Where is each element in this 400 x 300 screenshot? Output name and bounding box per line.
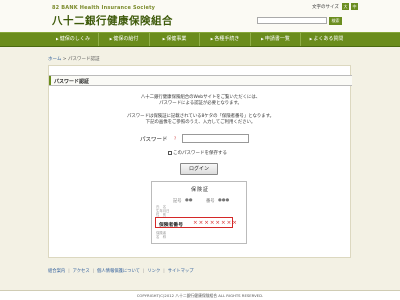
help-icon[interactable]: ? xyxy=(174,136,176,141)
nav-item-system[interactable]: ▶健保のしくみ xyxy=(48,33,99,46)
chevron-right-icon: ▶ xyxy=(210,37,214,41)
page-title-text: パスワード認証 xyxy=(54,79,90,85)
password-label: パスワード xyxy=(140,137,168,143)
global-nav: ▶健保のしくみ ▶健保の給付 ▶保健事業 ▶各種手続き ▶申請書一覧 ▶よくある… xyxy=(0,32,400,47)
breadcrumb: ホーム > パスワード認証 xyxy=(48,56,100,62)
chevron-right-icon: ▶ xyxy=(309,37,313,41)
card-number-value: ●●● xyxy=(218,198,230,203)
card-title: 保険証 xyxy=(190,187,209,193)
font-size-medium-button[interactable]: 中 xyxy=(351,3,358,10)
nav-item-forms[interactable]: ▶申請書一覧 xyxy=(251,33,301,46)
insurer-number-value: ×××××××× xyxy=(193,220,238,226)
card-insurer-name-label: 名 称 xyxy=(156,235,167,239)
font-size-large-button[interactable]: 大 xyxy=(342,3,349,10)
save-password-checkbox[interactable] xyxy=(168,150,172,155)
breadcrumb-home-link[interactable]: ホーム xyxy=(48,57,61,62)
site-footer: COPYRIGHT(C)2012 八十二銀行健康保険組合 ALL RIGHTS … xyxy=(0,290,400,300)
insurer-number-label: 保険者番号 xyxy=(159,222,183,228)
card-symbol-value: ●● xyxy=(185,198,193,203)
nav-item-benefits[interactable]: ▶健保の給付 xyxy=(99,33,150,46)
footer-link-about[interactable]: 組合案内 xyxy=(48,269,65,274)
intro-text-line2: パスワードによる認証が必要となります。 xyxy=(159,101,242,106)
search-button[interactable]: 検索 xyxy=(329,16,342,25)
footer-link-access[interactable]: アクセス xyxy=(73,269,90,274)
logo-subtitle: 82 BANK Health Insurance Society xyxy=(52,5,156,11)
footer-link-links[interactable]: リンク xyxy=(147,269,160,274)
footer-link-sitemap[interactable]: サイトマップ xyxy=(168,269,194,274)
logo-title: 八十二銀行健康保険組合 xyxy=(52,15,173,27)
login-button[interactable]: ログイン xyxy=(180,163,218,175)
card-number-label: 番号 xyxy=(206,199,215,204)
footer-link-privacy[interactable]: 個人情報保護について xyxy=(97,269,140,274)
site-header: 82 BANK Health Insurance Society 八十二銀行健康… xyxy=(0,0,400,32)
footer-links: 組合案内 | アクセス | 個人情報保護について | リンク | サイトマップ xyxy=(48,269,194,274)
chevron-right-icon: ▶ xyxy=(109,37,113,41)
nav-item-health-services[interactable]: ▶保健事業 xyxy=(150,33,200,46)
insurer-number-highlight: 保険者番号 ×××××××× xyxy=(155,217,237,228)
save-password-option[interactable]: このパスワードを保存する xyxy=(168,150,227,156)
card-symbol-label: 記号 xyxy=(173,199,182,204)
password-hint-line2: 下記の画像をご参照のうえ、入力してご利用ください。 xyxy=(145,120,256,125)
password-field[interactable] xyxy=(182,134,249,143)
font-size-label: 文字のサイズ xyxy=(312,5,339,10)
chevron-right-icon: ▶ xyxy=(56,37,59,41)
nav-item-procedures[interactable]: ▶各種手続き xyxy=(200,33,251,46)
insurance-card-illustration: 保険証 記号 ●● 番号 ●●● 氏 名 生年月日 性 別 保険者番号 ××××… xyxy=(151,181,247,244)
nav-item-faq[interactable]: ▶よくある質問 xyxy=(301,33,352,46)
breadcrumb-current: パスワード認証 xyxy=(68,57,100,62)
chevron-right-icon: ▶ xyxy=(261,37,264,41)
page-title: パスワード認証 xyxy=(49,75,352,86)
title-accent-bar xyxy=(49,76,51,85)
search-input[interactable] xyxy=(257,17,327,24)
save-password-label: このパスワードを保存する xyxy=(173,151,227,156)
page: 82 BANK Health Insurance Society 八十二銀行健康… xyxy=(0,0,400,300)
chevron-right-icon: ▶ xyxy=(162,37,166,41)
copyright: COPYRIGHT(C)2012 八十二銀行健康保険組合 ALL RIGHTS … xyxy=(136,293,264,298)
